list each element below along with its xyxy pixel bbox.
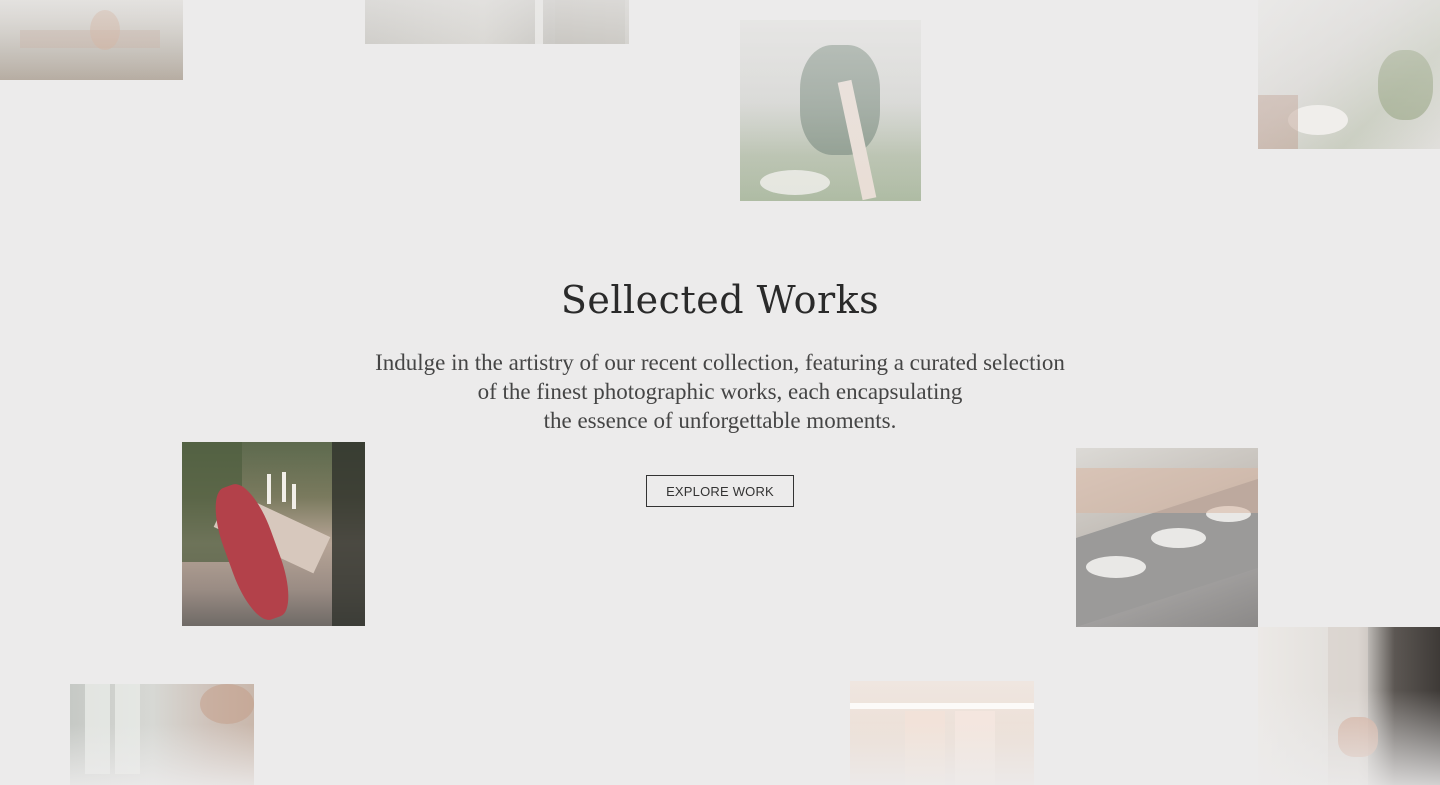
explore-work-button[interactable]: EXPLORE WORK — [646, 475, 794, 507]
intro-line: of the finest photographic works, each e… — [477, 379, 963, 404]
floral-chair-photo — [740, 20, 921, 201]
hero-section: Sellected Works Indulge in the artistry … — [0, 270, 1440, 507]
wedding-table-photo — [0, 0, 183, 80]
intro-line: Indulge in the artistry of our recent co… — [375, 350, 1065, 375]
table-setting-photo — [1258, 0, 1440, 149]
intro-line: the essence of unforgettable moments. — [543, 408, 897, 433]
glassware-photo — [70, 684, 254, 785]
couple-hands-photo — [1258, 627, 1440, 785]
ceremony-aisle-photo — [365, 0, 629, 44]
dresses-photo — [850, 681, 1034, 785]
page-title: Sellected Works — [560, 278, 880, 322]
intro-paragraph: Indulge in the artistry of our recent co… — [340, 348, 1100, 435]
